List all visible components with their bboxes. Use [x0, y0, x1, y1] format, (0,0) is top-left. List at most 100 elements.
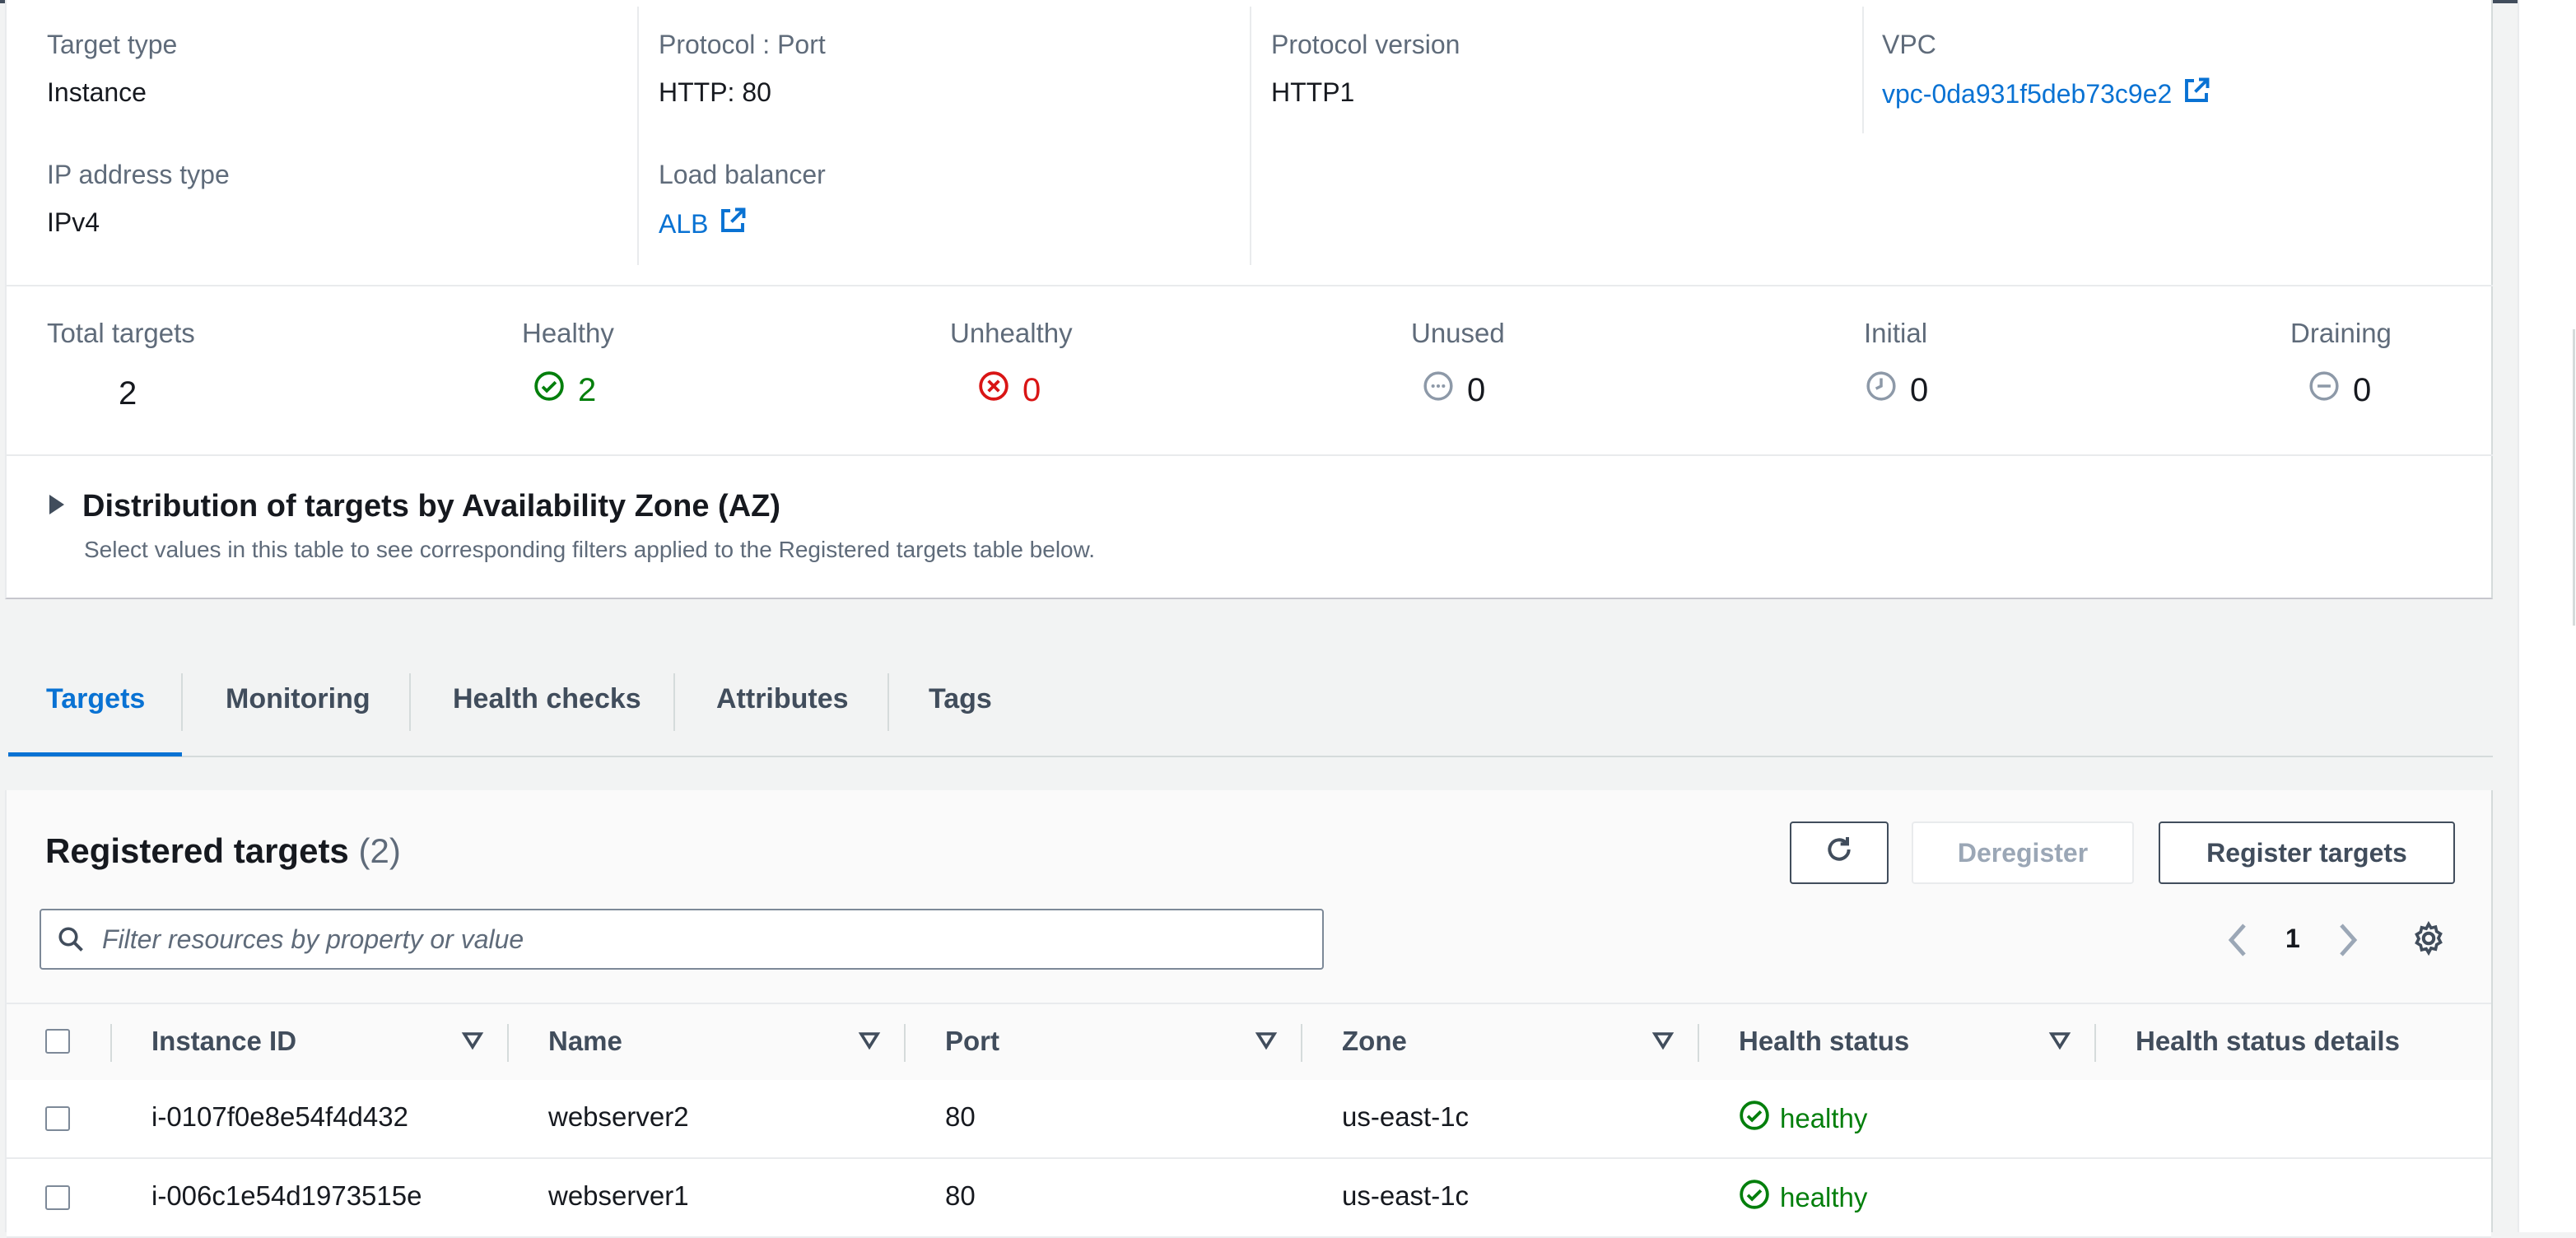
total-targets-value: 2: [119, 375, 137, 412]
filter-search-box[interactable]: [40, 909, 1324, 970]
health-status-text: healthy: [1780, 1182, 1868, 1212]
load-balancer-link[interactable]: ALB: [659, 206, 748, 242]
az-distribution-subtitle: Select values in this table to see corre…: [84, 537, 1096, 562]
initial-value: 0: [1910, 371, 1929, 408]
protocol-port-value: HTTP: 80: [659, 77, 771, 107]
error-circle-icon: [978, 370, 1009, 410]
sort-icon[interactable]: [461, 1029, 484, 1056]
column-header-name[interactable]: Name: [548, 1026, 622, 1057]
external-link-icon: [2182, 76, 2211, 112]
tab-health-checks[interactable]: Health checks: [453, 683, 641, 715]
row-checkbox[interactable]: [45, 1106, 70, 1131]
sort-icon[interactable]: [858, 1029, 881, 1056]
target-type-value: Instance: [47, 77, 147, 107]
column-divider: [507, 1024, 509, 1062]
load-balancer-label: Load balancer: [659, 160, 826, 189]
column-header-health-status-details[interactable]: Health status details: [2136, 1026, 2400, 1057]
tab-divider: [887, 673, 889, 731]
previous-page-icon[interactable]: [2226, 922, 2249, 962]
page-scrollbar[interactable]: [2518, 0, 2576, 1232]
az-distribution-toggle[interactable]: Distribution of targets by Availability …: [46, 489, 780, 524]
unused-value: 0: [1467, 371, 1486, 408]
target-type-label: Target type: [47, 30, 178, 59]
tab-divider: [673, 673, 675, 731]
protocol-version-value: HTTP1: [1271, 77, 1355, 107]
tab-targets[interactable]: Targets: [46, 683, 145, 715]
tab-divider: [181, 673, 183, 731]
protocol-version-label: Protocol version: [1271, 30, 1460, 59]
vpc-link[interactable]: vpc-0da931f5deb73c9e2: [1882, 76, 2211, 112]
load-balancer-name: ALB: [659, 208, 709, 239]
ip-address-type-value: IPv4: [47, 207, 100, 237]
total-targets-label: Total targets: [47, 318, 195, 348]
column-divider: [637, 7, 639, 265]
check-circle-icon: [1739, 1179, 1770, 1217]
select-all-checkbox[interactable]: [45, 1029, 70, 1054]
caret-right-icon: [46, 493, 66, 520]
instance-zone: us-east-1c: [1342, 1180, 1470, 1211]
column-divider: [904, 1024, 906, 1062]
registered-targets-count: (2): [358, 831, 401, 870]
table-row[interactable]: i-006c1e54d1973515e webserver1 80 us-eas…: [7, 1159, 2491, 1238]
filter-input[interactable]: [100, 923, 1306, 956]
deregister-button[interactable]: Deregister: [1912, 821, 2134, 884]
healthy-count: 2: [533, 370, 596, 410]
sort-icon[interactable]: [2048, 1029, 2071, 1056]
healthy-value: 2: [578, 371, 597, 408]
check-circle-icon: [533, 370, 565, 410]
column-header-instance-id[interactable]: Instance ID: [151, 1026, 296, 1057]
tab-monitoring[interactable]: Monitoring: [226, 683, 370, 715]
check-circle-icon: [1739, 1100, 1770, 1138]
divider: [7, 454, 2493, 456]
column-divider: [1301, 1024, 1302, 1062]
az-distribution-title: Distribution of targets by Availability …: [82, 489, 781, 524]
health-status: healthy: [1739, 1100, 1867, 1138]
tab-divider: [409, 673, 411, 731]
instance-id-link[interactable]: i-0107f0e8e54f4d432: [151, 1101, 408, 1133]
instance-id-link[interactable]: i-006c1e54d1973515e: [151, 1180, 422, 1212]
unused-label: Unused: [1411, 318, 1505, 348]
registered-targets-title: Registered targets: [45, 831, 349, 870]
column-header-health-status[interactable]: Health status: [1739, 1026, 1909, 1057]
table-header: Instance ID Name Port Zone Health status…: [7, 1003, 2491, 1082]
current-page-number[interactable]: 1: [2285, 924, 2300, 954]
column-header-port[interactable]: Port: [945, 1026, 999, 1057]
row-checkbox[interactable]: [45, 1185, 70, 1210]
vpc-id: vpc-0da931f5deb73c9e2: [1882, 78, 2173, 109]
ip-address-type-label: IP address type: [47, 160, 230, 189]
column-divider: [1698, 1024, 1699, 1062]
instance-name: webserver1: [548, 1180, 689, 1211]
tab-tags[interactable]: Tags: [929, 683, 992, 715]
unused-count: 0: [1423, 370, 1485, 410]
ellipsis-circle-icon: [1423, 370, 1454, 410]
refresh-button[interactable]: [1790, 821, 1889, 884]
column-divider: [2094, 1024, 2096, 1062]
scrollbar-thumb[interactable]: [2573, 329, 2575, 626]
column-header-zone[interactable]: Zone: [1342, 1026, 1407, 1057]
sort-icon[interactable]: [1255, 1029, 1278, 1056]
health-status: healthy: [1739, 1179, 1867, 1217]
gear-icon[interactable]: [2411, 920, 2447, 961]
protocol-port-label: Protocol : Port: [659, 30, 826, 59]
minus-circle-icon: [2308, 370, 2340, 410]
initial-count: 0: [1866, 370, 1928, 410]
draining-label: Draining: [2290, 318, 2392, 348]
sort-icon[interactable]: [1651, 1029, 1675, 1056]
next-page-icon[interactable]: [2336, 922, 2359, 962]
instance-name: webserver2: [548, 1101, 689, 1132]
tab-attributes[interactable]: Attributes: [716, 683, 849, 715]
divider: [7, 285, 2493, 286]
unhealthy-count: 0: [978, 370, 1041, 410]
healthy-label: Healthy: [522, 318, 614, 348]
search-icon: [56, 924, 86, 954]
column-divider: [110, 1024, 112, 1062]
unhealthy-label: Unhealthy: [950, 318, 1073, 348]
initial-label: Initial: [1864, 318, 1928, 348]
register-targets-button[interactable]: Register targets: [2159, 821, 2455, 884]
refresh-icon: [1823, 833, 1856, 873]
table-row[interactable]: i-0107f0e8e54f4d432 webserver2 80 us-eas…: [7, 1080, 2491, 1159]
draining-count: 0: [2308, 370, 2371, 410]
column-divider: [1862, 7, 1864, 133]
unhealthy-value: 0: [1022, 371, 1041, 408]
target-group-details-panel: Target type Instance Protocol : Port HTT…: [5, 0, 2493, 599]
